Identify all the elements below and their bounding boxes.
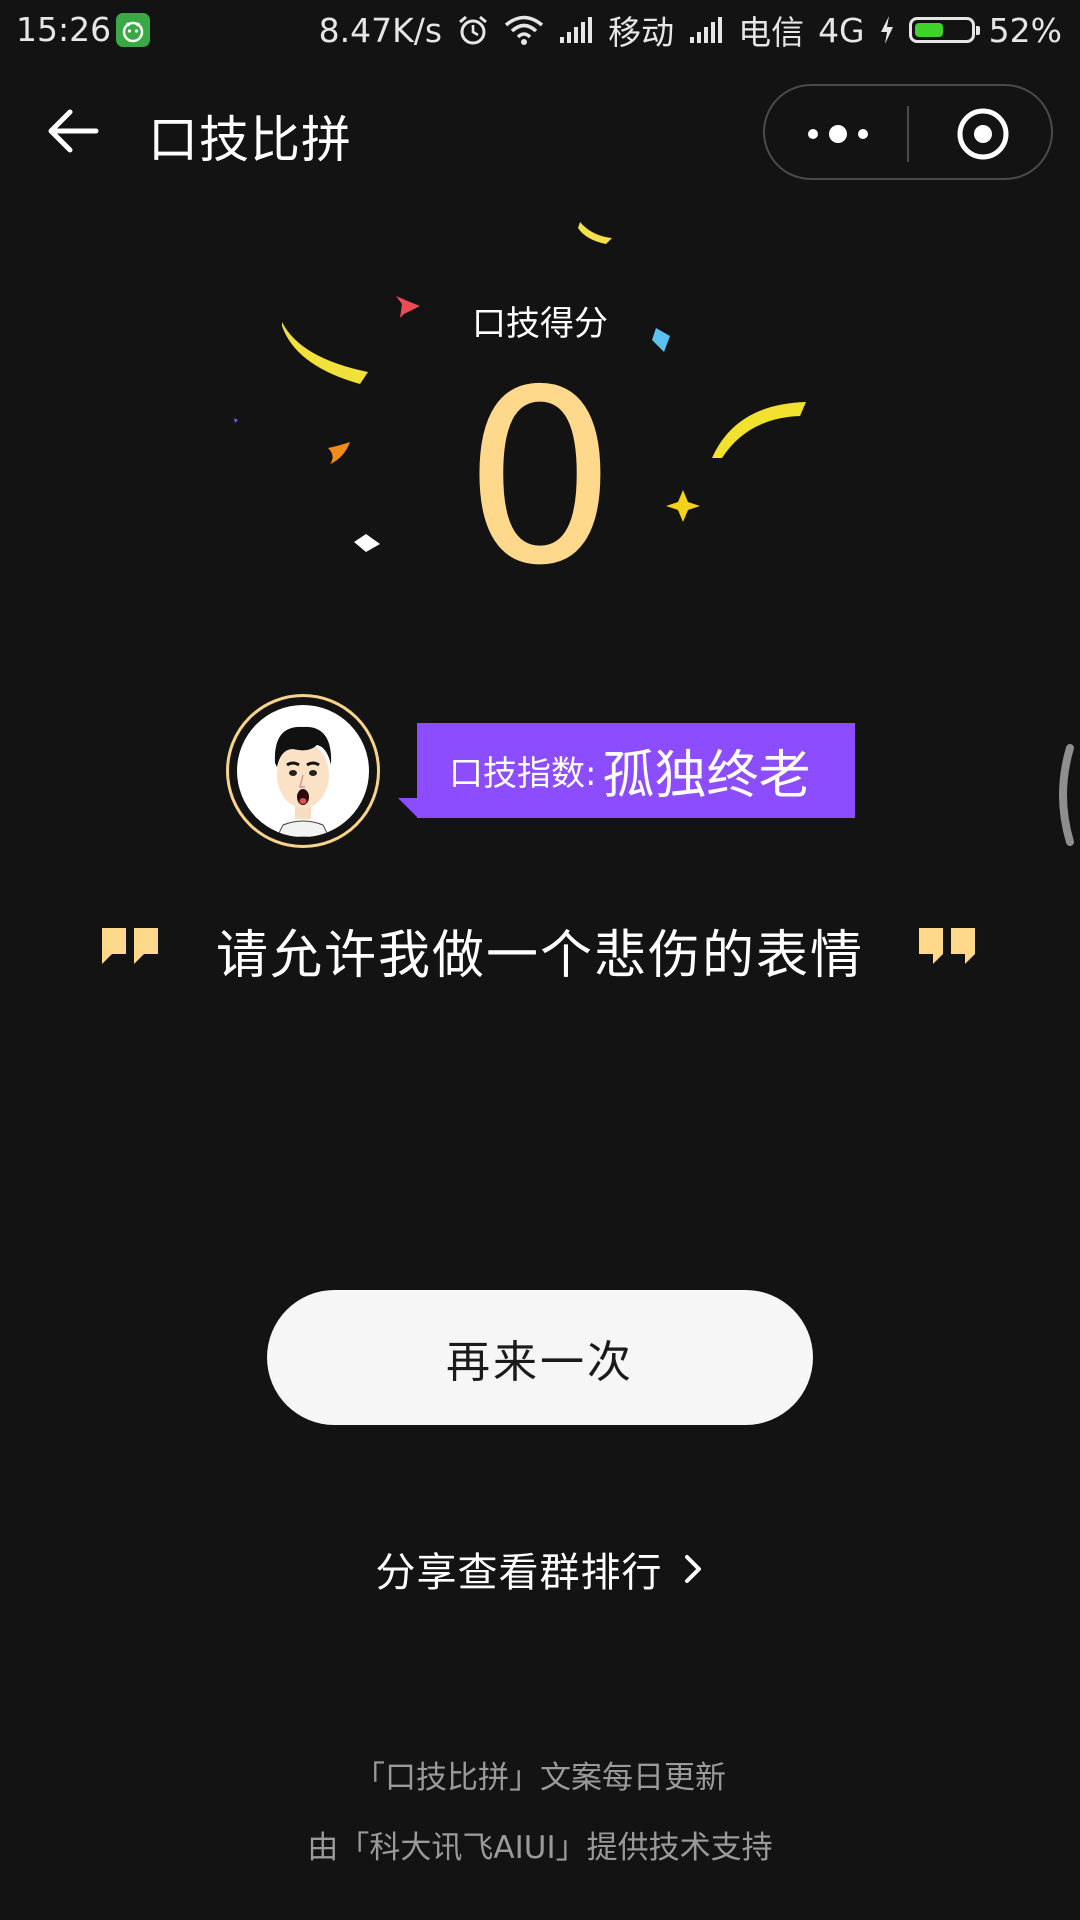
score-value: 0: [463, 338, 617, 618]
retry-button[interactable]: 再来一次: [267, 1290, 813, 1425]
badge-value: 孤独终老: [602, 746, 811, 806]
close-quote-icon: [919, 928, 975, 964]
footer-credit: 由「科大讯飞AIUI」提供技术支持: [307, 1830, 773, 1866]
footer-update-note: 「口技比拼」文案每日更新: [354, 1760, 726, 1796]
side-drawer-handle[interactable]: [1050, 740, 1080, 850]
open-quote-icon: [102, 928, 158, 964]
cartoon-face-illustration: [274, 726, 332, 837]
avatar: [237, 705, 369, 837]
result-page: 15:26 8.47K/s 移动 电信 4G 52% 口技比拼 口技得分 0 口…: [0, 0, 1080, 1920]
share-ranking-link[interactable]: 分享查看群排行: [0, 1540, 1080, 1598]
avatar-ring: [226, 694, 380, 848]
rating-badge: 口技指数: 孤独终老: [417, 723, 855, 818]
share-link-label: 分享查看群排行: [375, 1550, 663, 1596]
chevron-right-icon: [684, 1555, 701, 1583]
badge-label: 口技指数:: [449, 754, 597, 794]
badge-tail: [398, 798, 418, 818]
quote-text: 请允许我做一个悲伤的表情: [215, 926, 864, 986]
